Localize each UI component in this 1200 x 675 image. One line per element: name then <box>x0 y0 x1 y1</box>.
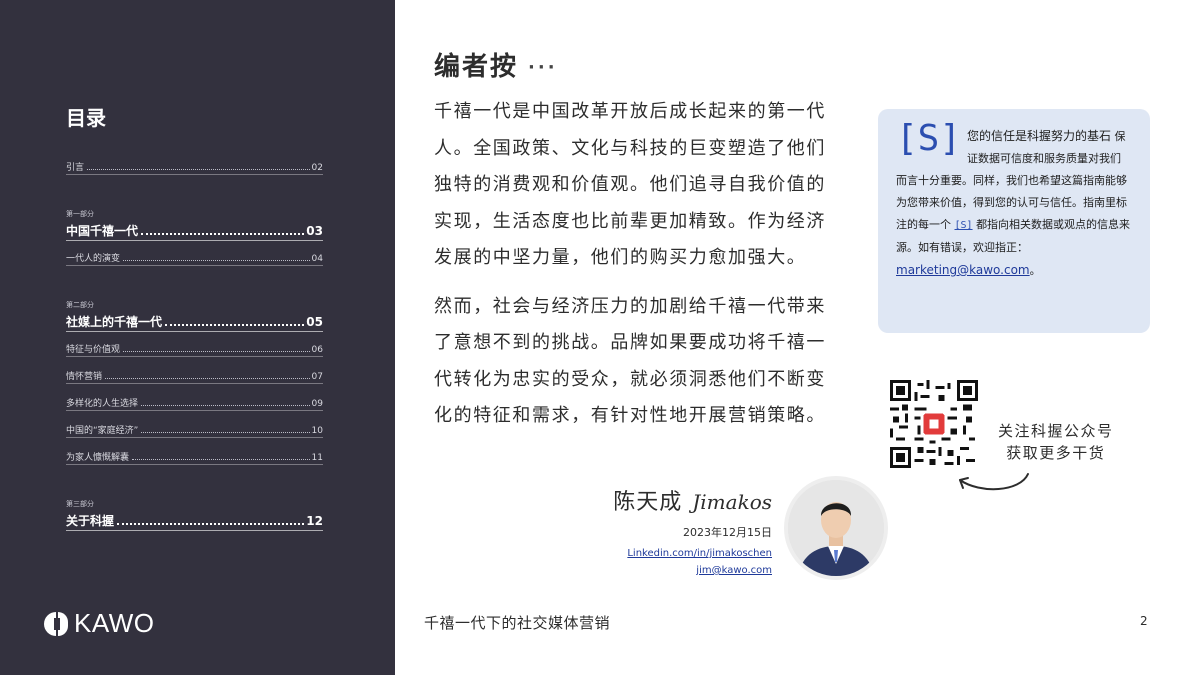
toc-leader-dots <box>141 233 305 235</box>
toc-list: 引言 02 第一部分 中国千禧一代 03 一代人的演变 04 第二部分 社媒上的… <box>66 160 323 541</box>
table-of-contents-sidebar: 目录 引言 02 第一部分 中国千禧一代 03 一代人的演变 04 第二部分 社… <box>0 0 395 675</box>
kawo-logo: KAWO <box>44 608 154 639</box>
source-badge-icon: [S] <box>896 118 962 159</box>
toc-item-generous-family[interactable]: 为家人慷慨解囊 11 <box>66 450 323 465</box>
marketing-email-link[interactable]: marketing@kawo.com <box>896 263 1030 277</box>
paragraph-2: 然而，社会与经济压力的加剧给千禧一代带来了意想不到的挑战。品牌如果要成功将千禧一… <box>434 295 826 427</box>
section-label-part1: 第一部分 <box>66 210 94 218</box>
toc-item-page: 11 <box>311 453 323 463</box>
toc-item-label: 为家人慷慨解囊 <box>66 453 130 463</box>
toc-item-page: 07 <box>311 372 323 382</box>
wechat-qr-code <box>890 380 978 468</box>
toc-item-label: 情怀营销 <box>66 372 103 382</box>
signature-date: 2023年12月15日 <box>683 526 772 539</box>
author-email-link[interactable]: jim@kawo.com <box>613 565 772 576</box>
author-name: 陈天成 <box>613 490 683 515</box>
callout-period: 。 <box>1029 264 1041 277</box>
page-number: 2 <box>1140 614 1148 628</box>
toc-item-label: 一代人的演变 <box>66 254 121 264</box>
toc-item-family-economy[interactable]: 中国的“家庭经济” 10 <box>66 423 323 438</box>
toc-item-traits-values[interactable]: 特征与价值观 06 <box>66 342 323 357</box>
editorial-body: 千禧一代是中国改革开放后成长起来的第一代人。全国政策、文化与科技的巨变塑造了他们… <box>434 94 838 435</box>
toc-leader-dots <box>117 523 305 525</box>
logo-text: KAWO <box>74 608 155 638</box>
inline-source-badge: [S] <box>954 220 973 231</box>
toc-leader-dots <box>141 405 310 406</box>
toc-item-label: 特征与价值观 <box>66 345 121 355</box>
toc-item-label: 引言 <box>66 163 85 173</box>
person-portrait-icon <box>788 480 884 576</box>
toc-item-intro[interactable]: 引言 02 <box>66 160 323 175</box>
linkedin-link[interactable]: Linkedin.com/in/jimakoschen <box>613 548 772 559</box>
toc-item-page: 10 <box>311 426 323 436</box>
toc-leader-dots <box>165 324 305 326</box>
toc-item-part1-title[interactable]: 中国千禧一代 03 <box>66 222 323 241</box>
callout-lead: 您的信任是科握努力的基石 <box>967 129 1112 143</box>
toc-item-part3-title[interactable]: 关于科握 12 <box>66 512 323 531</box>
follow-wechat-text: 关注科握公众号 获取更多干货 <box>998 420 1114 464</box>
toc-item-label: 中国的“家庭经济” <box>66 426 139 436</box>
toc-item-nostalgia-marketing[interactable]: 情怀营销 07 <box>66 369 323 384</box>
toc-item-label: 中国千禧一代 <box>66 224 139 238</box>
page-heading: 编者按 ··· <box>434 46 558 83</box>
toc-item-page: 12 <box>306 514 323 528</box>
handwritten-signature: Jimakos <box>692 490 772 514</box>
footer-title: 千禧一代下的社交媒体营销 <box>424 614 611 632</box>
toc-leader-dots <box>123 260 310 261</box>
heading-ellipsis: ··· <box>528 57 558 78</box>
heading-text: 编者按 <box>434 52 519 82</box>
toc-item-label: 关于科握 <box>66 514 115 528</box>
trust-callout: [S] 您的信任是科握努力的基石 保证数据可信度和服务质量对我们而言十分重要。同… <box>878 109 1150 333</box>
section-label-part2: 第二部分 <box>66 301 94 309</box>
paragraph-1: 千禧一代是中国改革开放后成长起来的第一代人。全国政策、文化与科技的巨变塑造了他们… <box>434 101 826 268</box>
toc-title: 目录 <box>66 106 106 130</box>
toc-leader-dots <box>132 459 310 460</box>
toc-item-label: 社媒上的千禧一代 <box>66 315 163 329</box>
curved-arrow-icon <box>959 473 1029 491</box>
toc-item-page: 04 <box>311 254 323 264</box>
kawo-logo-icon <box>44 611 68 636</box>
toc-item-page: 02 <box>311 163 323 173</box>
toc-item-life-choices[interactable]: 多样化的人生选择 09 <box>66 396 323 411</box>
toc-item-label: 多样化的人生选择 <box>66 399 139 409</box>
toc-item-page: 06 <box>311 345 323 355</box>
toc-item-page: 03 <box>306 224 323 238</box>
follow-line-1: 关注科握公众号 <box>998 422 1114 440</box>
toc-leader-dots <box>105 378 310 379</box>
toc-item-page: 05 <box>306 315 323 329</box>
toc-leader-dots <box>87 169 310 170</box>
toc-item-generation-evolution[interactable]: 一代人的演变 04 <box>66 251 323 266</box>
toc-leader-dots <box>141 432 310 433</box>
toc-item-part2-title[interactable]: 社媒上的千禧一代 05 <box>66 313 323 332</box>
author-avatar <box>784 476 888 580</box>
author-signature: 陈天成 Jimakos 2023年12月15日 Linkedin.com/in/j… <box>613 484 772 576</box>
section-label-part3: 第三部分 <box>66 500 94 508</box>
toc-leader-dots <box>123 351 310 352</box>
toc-item-page: 09 <box>311 399 323 409</box>
